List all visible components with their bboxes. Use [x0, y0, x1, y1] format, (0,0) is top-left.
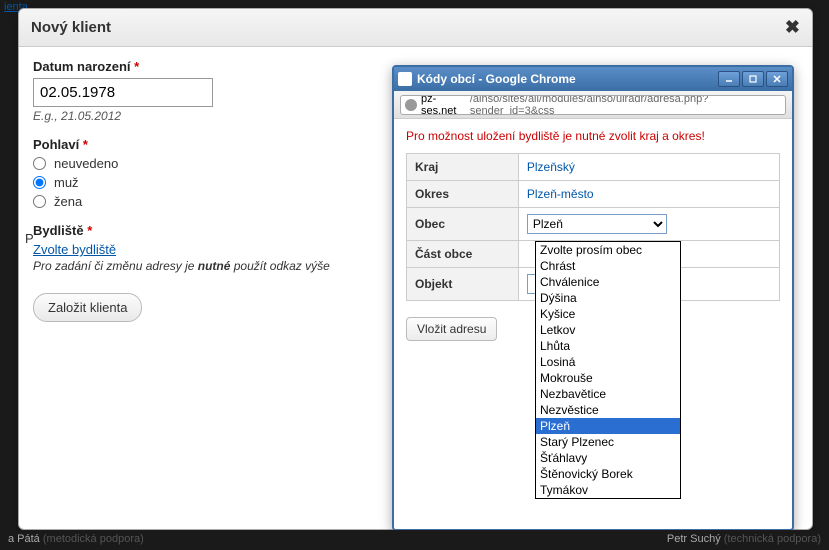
url-field[interactable]: pz-ses.net/ainso/sites/all/modules/ainso…	[400, 95, 786, 115]
dropdown-option[interactable]: Zvolte prosím obec	[536, 242, 680, 258]
close-button[interactable]	[766, 71, 788, 87]
warning-text: Pro možnost uložení bydliště je nutné zv…	[406, 129, 780, 143]
dropdown-option[interactable]: Nezbavětice	[536, 386, 680, 402]
side-letter: P	[25, 231, 34, 246]
radio-label-zena[interactable]: žena	[54, 194, 82, 209]
close-icon[interactable]: ✖	[785, 17, 800, 38]
dropdown-option[interactable]: Chrást	[536, 258, 680, 274]
address-popup-window: ◉ Kódy obcí - Google Chrome pz-ses.net/a…	[392, 65, 794, 531]
label-cast: Část obce	[407, 241, 519, 268]
popup-titlebar[interactable]: ◉ Kódy obcí - Google Chrome	[394, 67, 792, 91]
dropdown-option[interactable]: Letkov	[536, 322, 680, 338]
dropdown-option[interactable]: Nezvěstice	[536, 402, 680, 418]
footer: a Pátá (metodická podpora) Petr Suchý (t…	[0, 530, 829, 550]
dropdown-option[interactable]: Šťáhlavy	[536, 450, 680, 466]
label-kraj: Kraj	[407, 154, 519, 181]
dialog-header: Nový klient ✖	[19, 9, 812, 47]
dropdown-option[interactable]: Tymákov	[536, 482, 680, 498]
popup-title: Kódy obcí - Google Chrome	[417, 72, 718, 86]
dropdown-option[interactable]: Lhůta	[536, 338, 680, 354]
insert-address-button[interactable]: Vložit adresu	[406, 317, 497, 341]
dropdown-option[interactable]: Mokrouše	[536, 370, 680, 386]
dialog-title: Nový klient	[31, 19, 111, 36]
chrome-icon: ◉	[398, 72, 412, 86]
dropdown-option[interactable]: Plzeň	[536, 418, 680, 434]
obec-dropdown: Zvolte prosím obecChrástChváleniceDýšina…	[535, 241, 681, 499]
globe-icon	[405, 99, 417, 111]
minimize-button[interactable]	[718, 71, 740, 87]
dropdown-option[interactable]: Losiná	[536, 354, 680, 370]
radio-neuvedeno[interactable]	[33, 157, 46, 170]
select-obec[interactable]: Plzeň	[527, 214, 667, 234]
label-objekt: Objekt	[407, 268, 519, 301]
dropdown-option[interactable]: Starý Plzenec	[536, 434, 680, 450]
address-bar: pz-ses.net/ainso/sites/all/modules/ainso…	[394, 91, 792, 119]
dob-input[interactable]	[33, 78, 213, 107]
choose-address-link[interactable]: Zvolte bydliště	[33, 242, 116, 257]
value-okres[interactable]: Plzeň-město	[518, 181, 779, 208]
dropdown-option[interactable]: Štěnovický Borek	[536, 466, 680, 482]
radio-label-muz[interactable]: muž	[54, 175, 79, 190]
radio-label-neuvedeno[interactable]: neuvedeno	[54, 156, 118, 171]
dropdown-option[interactable]: Dýšina	[536, 290, 680, 306]
value-kraj[interactable]: Plzeňský	[518, 154, 779, 181]
label-okres: Okres	[407, 181, 519, 208]
create-client-button[interactable]: Založit klienta	[33, 293, 142, 322]
dropdown-option[interactable]: Chválenice	[536, 274, 680, 290]
maximize-button[interactable]	[742, 71, 764, 87]
radio-zena[interactable]	[33, 195, 46, 208]
dropdown-option[interactable]: Kyšice	[536, 306, 680, 322]
label-obec: Obec	[407, 208, 519, 241]
radio-muz[interactable]	[33, 176, 46, 189]
